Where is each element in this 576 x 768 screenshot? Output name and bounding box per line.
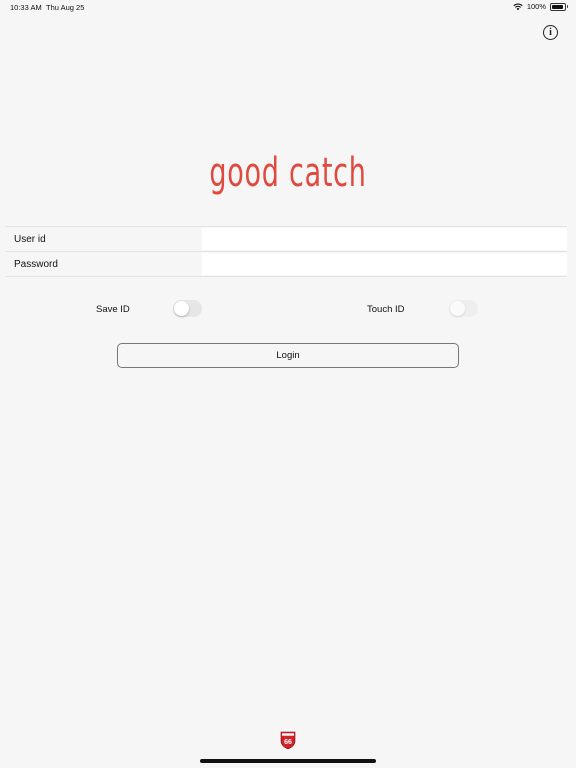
app-logo: good catch xyxy=(209,150,367,196)
touch-id-switch[interactable] xyxy=(449,300,478,317)
save-id-switch[interactable] xyxy=(173,300,202,317)
user-id-row: User id xyxy=(5,227,567,251)
password-input[interactable] xyxy=(202,253,567,275)
toggle-row: Save ID Touch ID xyxy=(0,298,576,320)
status-time: 10:33 AM xyxy=(10,3,42,12)
login-form: User id Password xyxy=(5,226,567,277)
brand-badge-text: 66 xyxy=(284,739,292,746)
battery-icon xyxy=(550,2,568,11)
status-indicators: 100% xyxy=(513,2,568,11)
status-bar: 10:33 AM Thu Aug 25 100% xyxy=(0,0,576,14)
battery-percent: 100% xyxy=(526,2,546,11)
password-label: Password xyxy=(14,258,58,270)
user-id-label: User id xyxy=(14,233,46,245)
touch-id-label: Touch ID xyxy=(367,304,405,315)
save-id-label: Save ID xyxy=(96,304,130,315)
info-icon[interactable]: i xyxy=(543,25,558,40)
login-button[interactable]: Login xyxy=(117,343,459,368)
phillips66-logo-icon: 66 xyxy=(280,731,296,750)
home-indicator[interactable] xyxy=(200,759,376,763)
password-row: Password xyxy=(5,251,567,276)
status-date: Thu Aug 25 xyxy=(46,3,85,12)
user-id-input[interactable] xyxy=(202,228,567,250)
wifi-icon xyxy=(513,3,523,10)
